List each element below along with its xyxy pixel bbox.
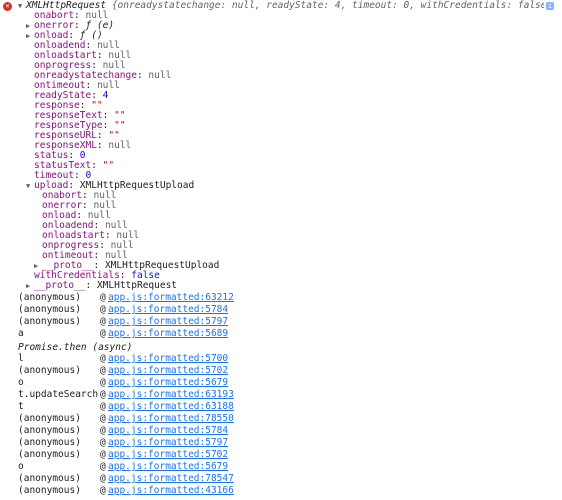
stack-frame: (anonymous) @ app.js:formatted:5702 bbox=[0, 449, 562, 461]
source-link[interactable]: app.js:formatted:63193 bbox=[108, 389, 234, 401]
property-value: "" bbox=[102, 160, 115, 171]
property-value: null bbox=[108, 140, 132, 151]
frame-at-symbol: @ bbox=[100, 377, 106, 388]
stack-frame: l @ app.js:formatted:5700 bbox=[0, 353, 562, 365]
property-separator: : bbox=[91, 160, 103, 171]
frame-function-name: (anonymous) bbox=[18, 365, 81, 376]
stack-frame: (anonymous) @ app.js:formatted:5702 bbox=[0, 365, 562, 377]
frame-function-name: (anonymous) bbox=[18, 292, 81, 303]
expand-triangle-icon[interactable]: ▼ bbox=[18, 0, 26, 12]
stack-frame: (anonymous) @ app.js:formatted:78550 bbox=[0, 413, 562, 425]
expand-triangle-icon[interactable]: ▼ bbox=[26, 180, 34, 192]
frame-at-symbol: @ bbox=[100, 292, 106, 303]
frame-at-symbol: @ bbox=[100, 316, 106, 327]
frame-at-symbol: @ bbox=[100, 304, 106, 315]
frame-at-symbol: @ bbox=[100, 353, 106, 364]
frame-function-name: (anonymous) bbox=[18, 316, 81, 327]
frame-at-symbol: @ bbox=[100, 401, 106, 412]
stack-frame: (anonymous) @ app.js:formatted:5797 bbox=[0, 437, 562, 449]
frame-function-name: t.updateSearch bbox=[18, 389, 99, 400]
source-link[interactable]: app.js:formatted:5679 bbox=[108, 377, 228, 389]
frame-at-symbol: @ bbox=[100, 413, 106, 424]
frame-function-name: (anonymous) bbox=[18, 449, 81, 460]
property-separator: : bbox=[85, 280, 97, 291]
source-link[interactable]: app.js:formatted:5689 bbox=[108, 328, 228, 340]
source-link[interactable]: app.js:formatted:5784 bbox=[108, 304, 228, 316]
frame-function-name: (anonymous) bbox=[18, 485, 81, 496]
source-link[interactable]: app.js:formatted:5797 bbox=[108, 437, 228, 449]
source-link[interactable]: app.js:formatted:78550 bbox=[108, 413, 234, 425]
source-link[interactable]: app.js:formatted:5797 bbox=[108, 316, 228, 328]
property-separator: : bbox=[136, 70, 149, 81]
stack-frame: o @ app.js:formatted:5679 bbox=[0, 461, 562, 473]
frame-at-symbol: @ bbox=[100, 485, 106, 496]
frame-function-name: (anonymous) bbox=[18, 437, 81, 448]
frame-at-symbol: @ bbox=[100, 425, 106, 436]
error-icon: × bbox=[3, 2, 12, 11]
info-icon[interactable]: i bbox=[546, 2, 554, 10]
source-link[interactable]: app.js:formatted:43166 bbox=[108, 485, 234, 497]
frame-function-name: o bbox=[18, 461, 24, 472]
source-link[interactable]: app.js:formatted:63188 bbox=[108, 401, 234, 413]
property-key: __proto__ bbox=[34, 280, 86, 291]
frame-function-name: (anonymous) bbox=[18, 304, 81, 315]
frame-function-name: (anonymous) bbox=[18, 413, 81, 424]
source-link[interactable]: app.js:formatted:5702 bbox=[108, 449, 228, 461]
stack-frame: (anonymous) @ app.js:formatted:5784 bbox=[0, 425, 562, 437]
source-link[interactable]: app.js:formatted:5679 bbox=[108, 461, 228, 473]
frame-function-name: (anonymous) bbox=[18, 425, 81, 436]
frame-at-symbol: @ bbox=[100, 437, 106, 448]
frame-at-symbol: @ bbox=[100, 449, 106, 460]
property-row[interactable]: ▶ __proto__: XMLHttpRequest bbox=[26, 280, 177, 292]
expand-triangle-icon[interactable]: ▶ bbox=[26, 280, 34, 292]
stack-frame: t @ app.js:formatted:63188 bbox=[0, 401, 562, 413]
stack-frame: (anonymous) @ app.js:formatted:78547 bbox=[0, 473, 562, 485]
source-link[interactable]: app.js:formatted:5700 bbox=[108, 353, 228, 365]
source-link[interactable]: app.js:formatted:5784 bbox=[108, 425, 228, 437]
source-link[interactable]: app.js:formatted:63212 bbox=[108, 292, 234, 304]
stack-frame: (anonymous) @ app.js:formatted:5784 bbox=[0, 304, 562, 316]
frame-function-name: a bbox=[18, 328, 24, 339]
frame-at-symbol: @ bbox=[100, 328, 106, 339]
stack-frame: t.updateSearch @ app.js:formatted:63193 bbox=[0, 389, 562, 401]
frame-at-symbol: @ bbox=[100, 389, 106, 400]
frame-function-name: t bbox=[18, 401, 24, 412]
frame-at-symbol: @ bbox=[100, 461, 106, 472]
property-separator: : bbox=[96, 140, 109, 151]
property-value: XMLHttpRequest bbox=[96, 280, 178, 291]
stack-frame: a @ app.js:formatted:5689 bbox=[0, 328, 562, 340]
stack-frame: o @ app.js:formatted:5679 bbox=[0, 377, 562, 389]
stack-frame: (anonymous) @ app.js:formatted:5797 bbox=[0, 316, 562, 328]
stack-frame: (anonymous) @ app.js:formatted:63212 bbox=[0, 292, 562, 304]
frame-at-symbol: @ bbox=[100, 473, 106, 484]
frame-function-name: o bbox=[18, 377, 24, 388]
frame-function-name: l bbox=[18, 353, 24, 364]
source-link[interactable]: app.js:formatted:5702 bbox=[108, 365, 228, 377]
frame-at-symbol: @ bbox=[100, 365, 106, 376]
source-link[interactable]: app.js:formatted:78547 bbox=[108, 473, 234, 485]
property-value: 4 bbox=[102, 90, 109, 101]
property-value: null bbox=[148, 70, 172, 81]
frame-function-name: (anonymous) bbox=[18, 473, 81, 484]
object-preview: {onreadystatechange: null, readyState: 4… bbox=[111, 0, 544, 11]
stack-frame: (anonymous) @ app.js:formatted:43166 bbox=[0, 485, 562, 497]
